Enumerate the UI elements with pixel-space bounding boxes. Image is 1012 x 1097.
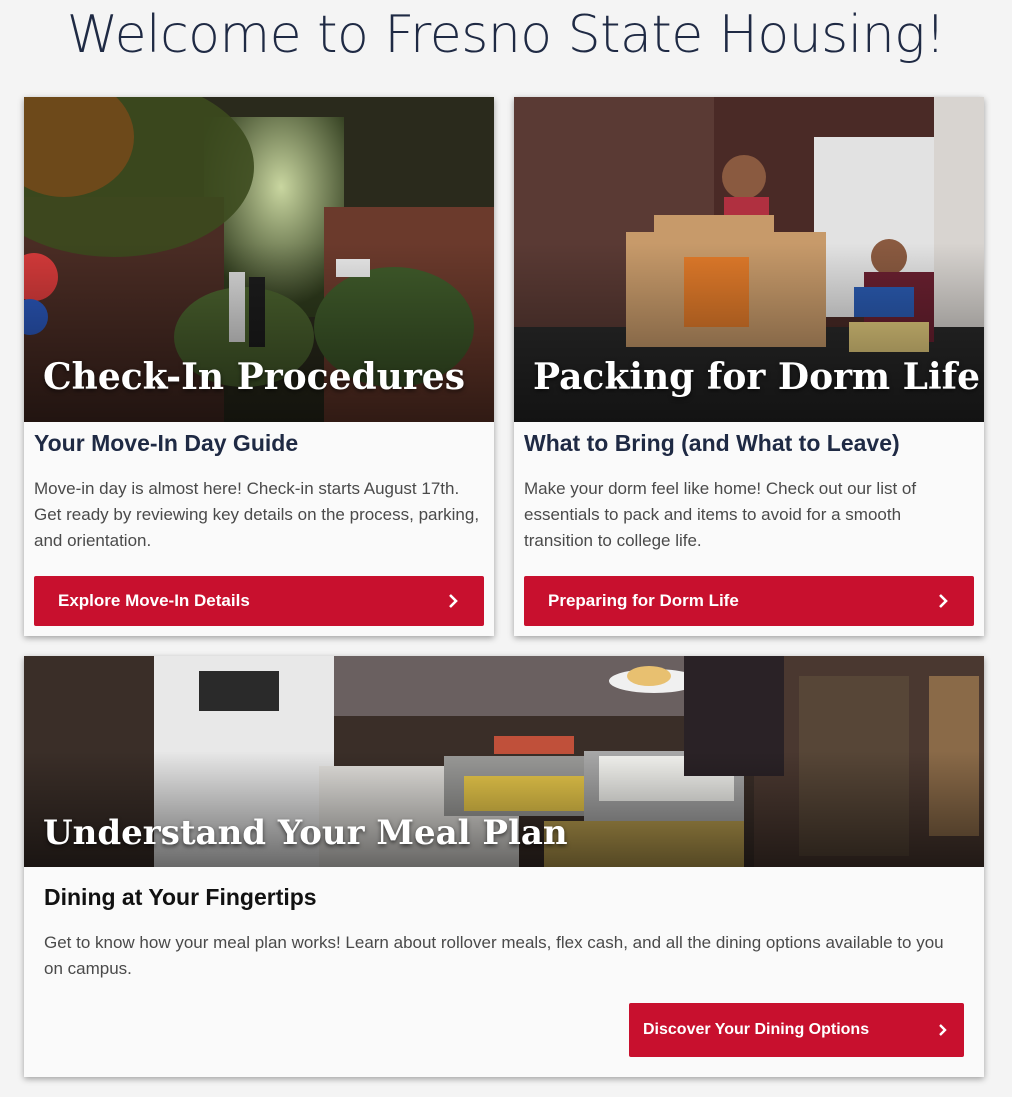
chevron-right-icon — [939, 1024, 947, 1036]
explore-move-in-button[interactable]: Explore Move-In Details — [34, 576, 484, 626]
meal-plan-card: Understand Your Meal Plan Dining at Your… — [24, 656, 984, 1077]
meal-plan-subtitle: Dining at Your Fingertips — [44, 884, 317, 910]
check-in-hero-image: Check-In Procedures — [24, 97, 494, 422]
check-in-hero-title: Check-In Procedures — [43, 356, 465, 398]
explore-move-in-label: Explore Move-In Details — [58, 591, 250, 610]
preparing-dorm-life-button[interactable]: Preparing for Dorm Life — [524, 576, 974, 626]
packing-description: Make your dorm feel like home! Check out… — [524, 479, 917, 550]
check-in-card: Check-In Procedures Your Move-In Day Gui… — [24, 97, 494, 636]
meal-plan-hero-image: Understand Your Meal Plan — [24, 656, 984, 867]
meal-plan-hero-title: Understand Your Meal Plan — [43, 813, 568, 853]
discover-dining-label: Discover Your Dining Options — [643, 1021, 870, 1038]
page-title: Welcome to Fresno State Housing! — [66, 5, 946, 65]
packing-hero-image: Packing for Dorm Life — [514, 97, 984, 422]
check-in-description: Move-in day is almost here! Check-in sta… — [34, 479, 480, 550]
meal-plan-description: Get to know how your meal plan works! Le… — [44, 933, 944, 978]
discover-dining-button[interactable]: Discover Your Dining Options — [629, 1003, 964, 1057]
packing-card: Packing for Dorm Life What to Bring (and… — [514, 97, 984, 636]
packing-subtitle: What to Bring (and What to Leave) — [524, 430, 900, 456]
check-in-subtitle: Your Move-In Day Guide — [34, 430, 299, 456]
preparing-dorm-life-label: Preparing for Dorm Life — [548, 591, 739, 610]
packing-hero-title: Packing for Dorm Life — [533, 356, 981, 398]
chevron-right-icon — [939, 594, 948, 608]
chevron-right-icon — [449, 594, 458, 608]
